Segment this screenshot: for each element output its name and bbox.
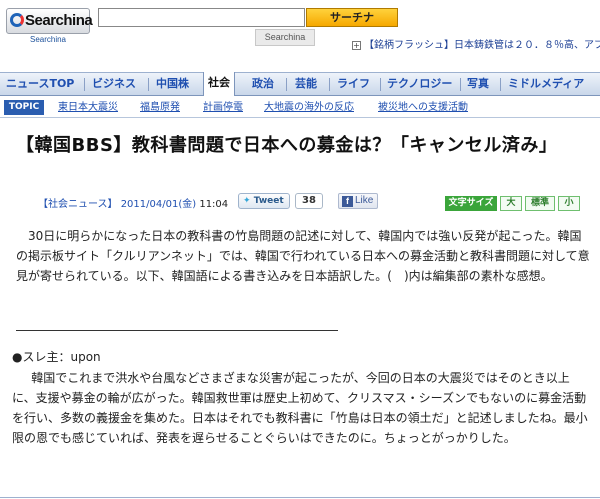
topic-label: TOPIC	[4, 100, 44, 115]
twitter-bird-icon: ✦	[243, 196, 251, 206]
thread-poster: ●スレ主：upon	[12, 350, 101, 364]
thread-post-text: 韓国でこれまで洪水や台風などさまざまな災害が起こったが、今回の日本の大震災ではそ…	[12, 371, 588, 445]
nav-separator	[84, 78, 85, 91]
topic-link-overseas-reaction[interactable]: 大地震の海外の反応	[264, 100, 354, 115]
nav-item-entertainment[interactable]: 芸能	[295, 73, 317, 95]
search-input[interactable]	[98, 8, 305, 27]
tweet-button[interactable]: ✦ Tweet	[238, 193, 290, 209]
section-divider	[16, 330, 338, 331]
nav-item-society[interactable]: 社会	[203, 72, 235, 96]
nav-separator	[286, 78, 287, 91]
tweet-count: 38	[295, 193, 323, 209]
article-date: 2011/04/01(金)	[120, 199, 197, 210]
main-nav: ニュースTOP ビジネス 中国株 社会 政治 芸能 ライフ テクノロジー 写真 …	[0, 72, 600, 96]
nav-item-china-stocks[interactable]: 中国株	[156, 73, 189, 95]
logo-swirl-icon	[10, 13, 24, 27]
article-time: 11:04	[199, 199, 229, 210]
nav-item-business[interactable]: ビジネス	[92, 73, 136, 95]
nav-item-news-top[interactable]: ニュースTOP	[6, 73, 74, 95]
article-category-link[interactable]: 【社会ニュース】	[38, 199, 118, 210]
nav-item-politics[interactable]: 政治	[252, 73, 274, 95]
article-meta: 【社会ニュース】 2011/04/01(金) 11:04	[38, 195, 228, 215]
nav-separator	[380, 78, 381, 91]
nav-item-technology[interactable]: テクノロジー	[387, 73, 452, 95]
topic-link-east-japan-earthquake[interactable]: 東日本大震災	[58, 100, 118, 115]
text-size-small-button[interactable]: 小	[558, 196, 580, 211]
facebook-icon: f	[342, 196, 353, 207]
nav-separator	[500, 78, 501, 91]
ticker-text[interactable]: 【銘柄フラッシュ】日本鋳鉄管は２０．８％高、アプ	[364, 40, 600, 51]
text-size-label: 文字サイズ	[445, 196, 497, 211]
nav-item-middle-media[interactable]: ミドルメディア	[508, 73, 584, 95]
nav-item-life[interactable]: ライフ	[337, 73, 370, 95]
searchina-tab[interactable]: Searchina	[255, 29, 315, 46]
topic-bar: TOPIC 東日本大震災 福島原発 計画停電 大地震の海外の反応 被災地への支援…	[0, 97, 600, 118]
like-label: Like	[355, 195, 374, 206]
facebook-like-button[interactable]: f Like	[338, 193, 378, 209]
flash-ticker[interactable]: + 【銘柄フラッシュ】日本鋳鉄管は２０．８％高、アプ	[352, 39, 600, 54]
topic-link-fukushima-nuclear[interactable]: 福島原発	[140, 100, 180, 115]
page-bottom-border	[0, 497, 600, 498]
lead-paragraph: 30日に明らかになった日本の教科書の竹島問題の記述に対して、韓国内では強い反発が…	[16, 229, 590, 283]
text-size-large-button[interactable]: 大	[500, 196, 522, 211]
searchina-logo[interactable]: Searchina Searchina	[6, 4, 93, 44]
nav-separator	[329, 78, 330, 91]
logo-subtitle: Searchina	[29, 35, 67, 44]
topic-link-relief-support[interactable]: 被災地への支援活動	[378, 100, 468, 115]
searchina-tab-label: Searchina	[264, 32, 306, 42]
article-lead: 30日に明らかになった日本の教科書の竹島問題の記述に対して、韓国内では強い反発が…	[16, 226, 590, 286]
topic-link-planned-outage[interactable]: 計画停電	[203, 100, 243, 115]
thread-post: 韓国でこれまで洪水や台風などさまざまな災害が起こったが、今回の日本の大震災ではそ…	[12, 368, 590, 448]
tweet-label: Tweet	[253, 196, 284, 206]
expand-plus-icon[interactable]: +	[352, 40, 361, 50]
nav-item-photos[interactable]: 写真	[467, 73, 489, 95]
nav-separator	[460, 78, 461, 91]
text-size-standard-button[interactable]: 標準	[525, 196, 555, 211]
search-button[interactable]: サーチナ	[306, 8, 398, 27]
article-title: 【韓国BBS】教科書問題で日本への募金は？「キャンセル済み」	[16, 135, 558, 156]
nav-separator	[148, 78, 149, 91]
